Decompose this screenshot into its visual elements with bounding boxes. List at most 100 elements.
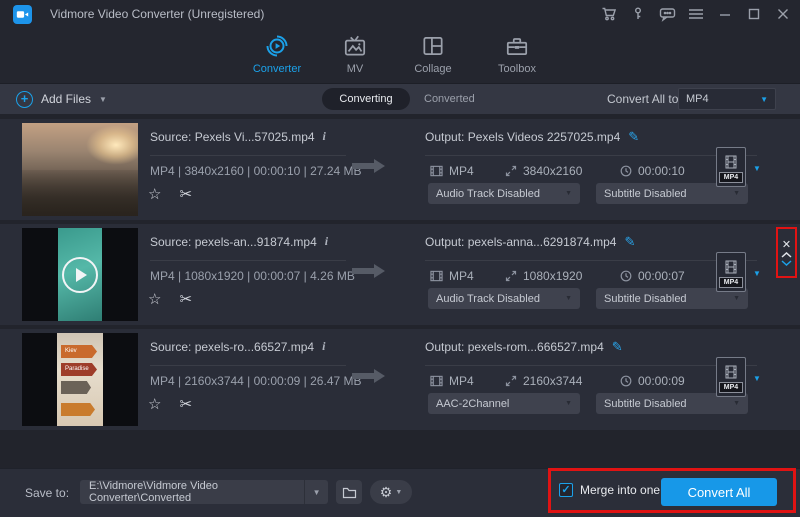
tab-label: Toolbox xyxy=(487,63,547,75)
file-row-2[interactable]: Source: pexels-an...91874.mp4 i MP4 | 10… xyxy=(0,224,800,325)
mp4-badge-icon[interactable]: MP4 xyxy=(716,252,746,292)
audio-track-dropdown[interactable]: Audio Track Disabled▼ xyxy=(428,183,580,204)
resolution-icon xyxy=(505,270,517,282)
edit-effects-icon[interactable]: ☆ xyxy=(148,185,161,203)
chevron-down-icon: ▼ xyxy=(733,400,740,407)
remove-file-icon[interactable]: ✕ xyxy=(782,240,791,250)
edit-effects-icon[interactable]: ☆ xyxy=(148,395,161,413)
toolbar: + Add Files ▼ Converting Converted Conve… xyxy=(0,84,800,114)
converted-tab[interactable]: Converted xyxy=(424,84,475,114)
chevron-down-icon[interactable]: ▼ xyxy=(753,269,761,278)
video-thumbnail xyxy=(22,123,138,216)
output-duration: 00:00:07 xyxy=(638,269,685,283)
clock-icon xyxy=(620,165,632,177)
add-files-button[interactable]: + Add Files ▼ xyxy=(16,84,107,114)
resolution-icon xyxy=(505,165,517,177)
output-format: MP4 xyxy=(449,164,474,178)
convert-annotation-box xyxy=(548,468,796,513)
move-down-icon[interactable] xyxy=(781,260,792,266)
feedback-icon[interactable] xyxy=(658,5,676,23)
row-controls-annotation: ✕ xyxy=(776,227,797,278)
info-icon[interactable]: i xyxy=(322,339,325,354)
chevron-down-icon: ▼ xyxy=(760,95,768,104)
add-files-label: Add Files xyxy=(41,92,91,106)
file-row-3[interactable]: Kiev Paradise Source: pexels-ro...66527.… xyxy=(0,329,800,430)
arrow-right-icon xyxy=(352,264,386,278)
settings-button[interactable]: ⚙ ▼ xyxy=(370,480,412,504)
format-icon xyxy=(430,375,443,387)
arrow-right-icon xyxy=(352,159,386,173)
cart-icon[interactable] xyxy=(600,5,618,23)
converting-tab[interactable]: Converting xyxy=(322,88,410,110)
tab-converter[interactable]: Converter xyxy=(239,32,315,82)
audio-track-dropdown[interactable]: AAC-2Channel▼ xyxy=(428,393,580,414)
collage-icon xyxy=(403,32,463,60)
format-icon xyxy=(430,270,443,282)
rename-pencil-icon[interactable]: ✎ xyxy=(628,129,639,145)
cut-icon[interactable]: ✂ xyxy=(179,290,192,308)
chevron-down-icon: ▼ xyxy=(304,480,328,504)
format-icon xyxy=(430,165,443,177)
source-media-info: MP4 | 2160x3744 | 00:00:09 | 26.47 MB xyxy=(150,374,362,388)
cut-icon[interactable]: ✂ xyxy=(179,395,192,413)
chevron-down-icon[interactable]: ▼ xyxy=(753,164,761,173)
minimize-icon[interactable] xyxy=(716,5,734,23)
info-icon[interactable]: i xyxy=(325,234,328,249)
app-window: Vidmore Video Converter (Unregistered) xyxy=(0,0,800,517)
rename-pencil-icon[interactable]: ✎ xyxy=(612,339,623,355)
chevron-down-icon: ▼ xyxy=(565,295,572,302)
photo-sign-text: Paradise xyxy=(61,363,97,376)
play-icon[interactable] xyxy=(62,257,98,293)
convert-all-to-label: Convert All to: xyxy=(607,84,682,114)
tab-toolbox[interactable]: Toolbox xyxy=(487,32,547,82)
file-row-1[interactable]: Source: Pexels Vi...57025.mp4 i MP4 | 38… xyxy=(0,119,800,220)
output-duration: 00:00:10 xyxy=(638,164,685,178)
source-filename: Source: pexels-an...91874.mp4 xyxy=(150,235,317,249)
mp4-badge-icon[interactable]: MP4 xyxy=(716,147,746,187)
converter-icon xyxy=(239,32,315,60)
edit-effects-icon[interactable]: ☆ xyxy=(148,290,161,308)
register-key-icon[interactable] xyxy=(629,5,647,23)
chevron-down-icon: ▼ xyxy=(395,489,402,496)
move-up-icon[interactable] xyxy=(781,252,792,258)
arrow-right-icon xyxy=(352,369,386,383)
gear-icon: ⚙ xyxy=(380,484,393,501)
main-tabs: Converter MV Collage Toolbox xyxy=(0,28,800,83)
open-folder-button[interactable] xyxy=(336,480,362,504)
video-thumbnail: Kiev Paradise xyxy=(22,333,138,426)
title-bar: Vidmore Video Converter (Unregistered) xyxy=(0,0,800,28)
chevron-down-icon: ▼ xyxy=(565,190,572,197)
output-resolution: 3840x2160 xyxy=(523,164,582,178)
tab-label: MV xyxy=(330,63,380,75)
mp4-badge-icon[interactable]: MP4 xyxy=(716,357,746,397)
source-media-info: MP4 | 1080x1920 | 00:00:07 | 4.26 MB xyxy=(150,269,355,283)
clock-icon xyxy=(620,375,632,387)
info-icon[interactable]: i xyxy=(323,129,326,144)
video-thumbnail xyxy=(22,228,138,321)
chevron-down-icon: ▼ xyxy=(565,400,572,407)
output-format: MP4 xyxy=(449,374,474,388)
audio-track-dropdown[interactable]: Audio Track Disabled▼ xyxy=(428,288,580,309)
output-format-select[interactable]: MP4 ▼ xyxy=(678,88,776,110)
cut-icon[interactable]: ✂ xyxy=(179,185,192,203)
tab-label: Converter xyxy=(239,63,315,75)
close-icon[interactable] xyxy=(774,5,792,23)
resolution-icon xyxy=(505,375,517,387)
source-filename: Source: pexels-ro...66527.mp4 xyxy=(150,340,314,354)
tab-collage[interactable]: Collage xyxy=(403,32,463,82)
chevron-down-icon: ▼ xyxy=(733,295,740,302)
menu-icon[interactable] xyxy=(687,5,705,23)
chevron-down-icon[interactable]: ▼ xyxy=(753,374,761,383)
maximize-icon[interactable] xyxy=(745,5,763,23)
tab-mv[interactable]: MV xyxy=(330,32,380,82)
output-duration: 00:00:09 xyxy=(638,374,685,388)
app-logo-icon xyxy=(13,5,32,24)
save-path-select[interactable]: E:\Vidmore\Vidmore Video Converter\Conve… xyxy=(80,480,328,504)
chevron-down-icon: ▼ xyxy=(99,95,107,104)
output-filename: Output: pexels-anna...6291874.mp4 xyxy=(425,235,616,249)
add-icon: + xyxy=(16,91,33,108)
source-filename: Source: Pexels Vi...57025.mp4 xyxy=(150,130,315,144)
output-filename: Output: pexels-rom...666527.mp4 xyxy=(425,340,604,354)
output-filename: Output: Pexels Videos 2257025.mp4 xyxy=(425,130,620,144)
rename-pencil-icon[interactable]: ✎ xyxy=(624,234,635,250)
